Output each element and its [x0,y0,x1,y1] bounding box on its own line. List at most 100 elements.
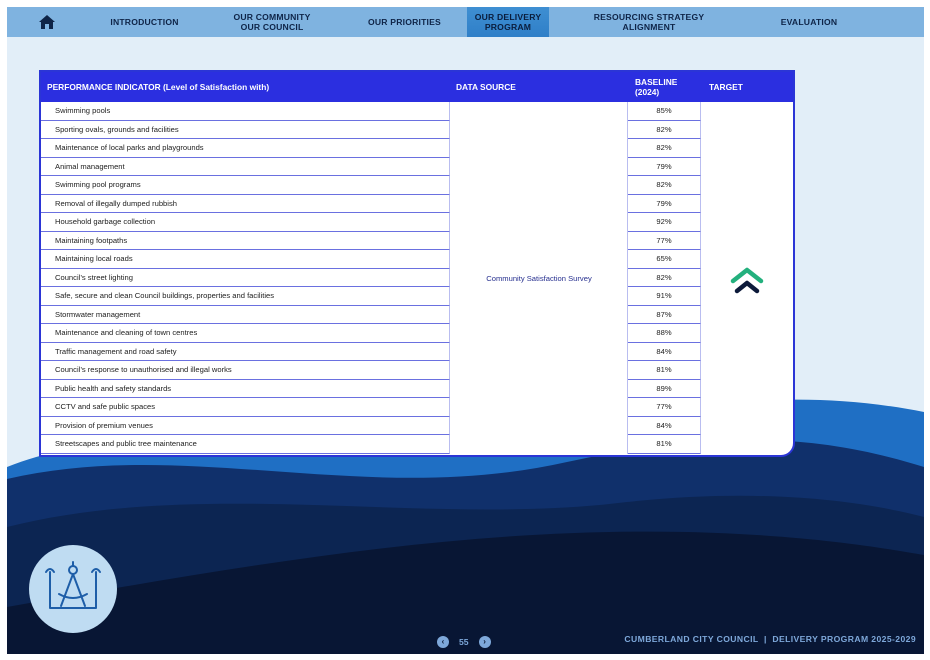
table-row: Provision of premium venues 84% [41,416,793,436]
indicator-cell: Swimming pools [41,102,450,121]
nav-tab-introduction[interactable]: INTRODUCTION [87,7,202,37]
compass-blueprint-icon [45,561,101,609]
home-icon [39,15,55,29]
target-column-cell [701,398,793,417]
nav-tab-our-community[interactable]: OUR COMMUNITY OUR COUNCIL [202,7,342,37]
target-column-cell [701,250,793,269]
baseline-cell: 79% [628,157,701,176]
header-target: TARGET [709,82,743,92]
baseline-cell: 82% [628,120,701,139]
table-row: Maintaining local roads 65% [41,250,793,269]
indicator-cell: Council’s response to unauthorised and i… [41,361,450,380]
performance-table: PERFORMANCE INDICATOR (Level of Satisfac… [39,70,795,457]
table-header: PERFORMANCE INDICATOR (Level of Satisfac… [41,72,793,102]
baseline-cell: 89% [628,379,701,398]
target-column-cell [701,158,793,177]
baseline-cell: 87% [628,305,701,324]
chevron-right-icon[interactable]: › [478,636,491,648]
baseline-cell: 77% [628,398,701,417]
table-row: Maintenance and cleaning of town centres… [41,324,793,343]
header-data-source: DATA SOURCE [456,82,516,92]
baseline-cell: 81% [628,361,701,380]
indicator-cell: Council’s street lighting [41,268,450,287]
table-row: Animal management 79% [41,157,793,177]
indicator-cell: Maintenance and cleaning of town centres [41,324,450,343]
indicator-cell: Safe, secure and clean Council buildings… [41,287,450,306]
target-column-cell [701,213,793,232]
table-row: Removal of illegally dumped rubbish 79% [41,194,793,214]
target-column-cell [701,139,793,158]
emblem [29,545,117,633]
pagination: ‹ 55 › [437,635,491,649]
table-row: Traffic management and road safety 84% [41,342,793,362]
indicator-cell: Traffic management and road safety [41,342,450,361]
page-number: 55 [459,637,469,647]
baseline-cell: 81% [628,435,701,454]
nav-tab-resourcing-strategy[interactable]: RESOURCING STRATEGY ALIGNMENT [549,7,749,37]
baseline-cell: 79% [628,194,701,213]
indicator-cell: Provision of premium venues [41,416,450,435]
baseline-cell: 82% [628,268,701,287]
indicator-cell: Animal management [41,157,450,176]
indicator-cell: Streetscapes and public tree maintenance [41,435,450,454]
table-body: Swimming pools 85% Sporting ovals, grounds… [41,102,793,454]
baseline-cell: 82% [628,139,701,158]
target-column-cell [701,324,793,343]
baseline-cell: 85% [628,102,701,121]
baseline-cell: 91% [628,287,701,306]
target-column-cell [701,176,793,195]
indicator-cell: Household garbage collection [41,213,450,232]
target-column-cell [701,361,793,380]
footer-title: CUMBERLAND CITY COUNCIL | DELIVERY PROGR… [624,634,916,644]
nav-tab-evaluation[interactable]: EVALUATION [749,7,869,37]
indicator-cell: Removal of illegally dumped rubbish [41,194,450,213]
table-row: Council’s street lighting 82% [41,268,793,287]
table-row: Maintaining footpaths 77% [41,231,793,251]
table-row: Household garbage collection 92% [41,213,793,232]
table-row: Swimming pool programs 82% [41,176,793,195]
page: INTRODUCTION OUR COMMUNITY OUR COUNCIL O… [7,7,924,654]
target-column-cell [701,380,793,399]
baseline-cell: 84% [628,416,701,435]
indicator-cell: CCTV and safe public spaces [41,398,450,417]
baseline-cell: 88% [628,324,701,343]
indicator-cell: Maintaining local roads [41,250,450,269]
data-source-cell: Community Satisfaction Survey [486,274,592,283]
indicator-cell: Maintenance of local parks and playgroun… [41,139,450,158]
target-column-cell [701,102,793,121]
table-row: Swimming pools 85% [41,102,793,121]
header-baseline: BASELINE (2024) [635,77,678,97]
target-column-cell [701,417,793,436]
chevron-left-icon[interactable]: ‹ [437,636,449,648]
indicator-cell: Maintaining footpaths [41,231,450,250]
table-row: Sporting ovals, grounds and facilities 82… [41,120,793,140]
table-row: Council’s response to unauthorised and i… [41,361,793,380]
baseline-cell: 65% [628,250,701,269]
header-indicator: PERFORMANCE INDICATOR (Level of Satisfac… [47,82,270,92]
table-row: Public health and safety standards 89% [41,379,793,399]
indicator-cell: Swimming pool programs [41,176,450,195]
table-row: Streetscapes and public tree maintenance… [41,435,793,454]
target-column-cell [701,195,793,214]
target-column-cell [701,435,793,454]
table-row: Safe, secure and clean Council buildings… [41,287,793,306]
target-column-cell [701,232,793,251]
baseline-cell: 77% [628,231,701,250]
table-row: CCTV and safe public spaces 77% [41,398,793,417]
table-row: Stormwater management 87% [41,305,793,325]
top-navigation: INTRODUCTION OUR COMMUNITY OUR COUNCIL O… [7,7,924,37]
double-chevron-up-icon [730,267,764,294]
table-row: Maintenance of local parks and playgroun… [41,139,793,158]
baseline-cell: 82% [628,176,701,195]
target-column-cell [701,306,793,325]
baseline-cell: 92% [628,213,701,232]
indicator-cell: Stormwater management [41,305,450,324]
baseline-cell: 84% [628,342,701,361]
target-column-cell [701,343,793,362]
home-button[interactable] [7,7,87,37]
indicator-cell: Public health and safety standards [41,379,450,398]
nav-tab-delivery-program[interactable]: OUR DELIVERY PROGRAM [467,7,549,37]
target-column-cell [701,121,793,140]
nav-tab-our-priorities[interactable]: OUR PRIORITIES [342,7,467,37]
indicator-cell: Sporting ovals, grounds and facilities [41,120,450,139]
